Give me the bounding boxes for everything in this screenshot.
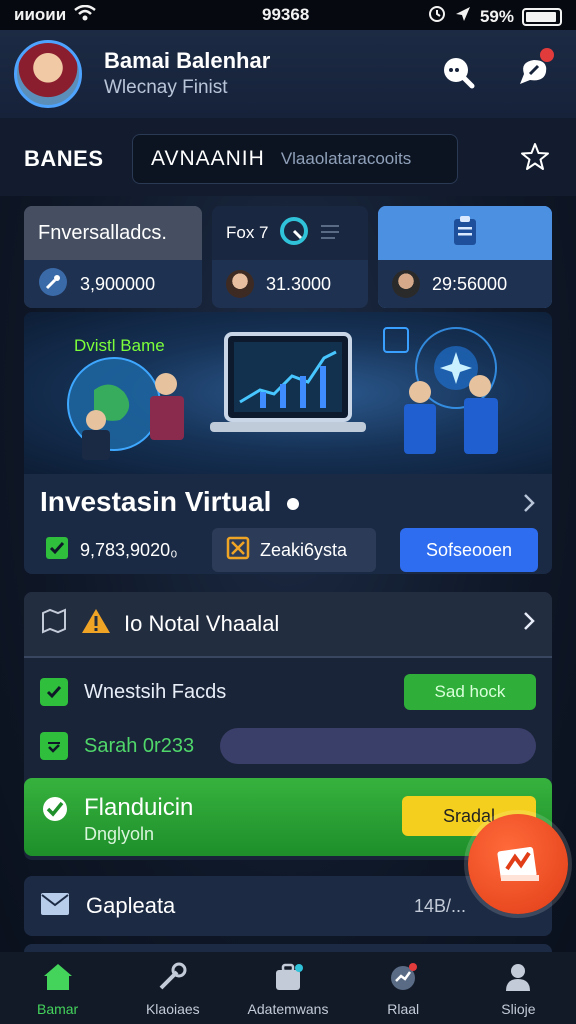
nav-item-portfolio[interactable]: Adatemwans (230, 952, 345, 1024)
investment-card: Investasin Virtual 9,783,9020₀ Zeaki6yst… (24, 474, 552, 574)
search-placeholder: Vlaaolataracooits (280, 149, 412, 168)
clipboard-icon (450, 215, 480, 252)
floating-action-button[interactable] (468, 814, 568, 914)
info-dot-icon (287, 497, 300, 510)
chart-icon (387, 962, 419, 995)
chevron-right-icon[interactable] (522, 610, 536, 638)
alarm-icon (428, 5, 446, 28)
card-title: Fnversalladcs. (38, 221, 167, 244)
check-badge-icon (40, 794, 70, 829)
list-check-icon (40, 732, 68, 760)
search-input[interactable]: AVNAANIH Vlaaolataracooits (132, 134, 458, 184)
investment-title: Investasin Virtual (40, 486, 300, 518)
notification-badge (540, 48, 554, 62)
banner-illustration (67, 327, 498, 460)
summary-card-2[interactable]: Fox 7 31.3000 (212, 206, 368, 308)
battery-percent: 59% (479, 6, 514, 26)
investment-title-text: Investasin Virtual (40, 486, 272, 517)
home-icon (41, 962, 75, 995)
wallet-check-icon (44, 535, 70, 566)
nav-label: Adatemwans (247, 1001, 329, 1017)
secondary-chip-label: Zeaki6ysta (260, 539, 348, 560)
row-label: Sarah 0r233 (84, 734, 195, 757)
bottom-navigation: Bamar Klaoiaes Adatemwans Rlaal Slioje (0, 952, 576, 1024)
investment-amount: 9,783,9020₀ (30, 528, 192, 572)
invest-action-button[interactable]: Sofseooen (400, 528, 538, 572)
card-title: Fox 7 (226, 223, 269, 242)
row-progress-track (220, 728, 536, 764)
nav-label: Bamar (36, 1001, 79, 1017)
card-value: 29:56000 (432, 273, 508, 294)
search-icon[interactable] (438, 52, 478, 92)
warning-icon (80, 607, 112, 641)
highlight-title: Flanduicin (84, 794, 194, 821)
nav-label: Rlaal (387, 1001, 420, 1017)
chevron-right-icon[interactable] (522, 492, 536, 519)
card-value: 31.3000 (266, 273, 332, 294)
promo-banner[interactable]: Dvistl Bame (24, 312, 552, 474)
carrier-label: ᴎᴎᴏᴎᴎ (14, 5, 67, 24)
row-action-button[interactable]: Sad hock (404, 674, 536, 710)
avatar (392, 270, 420, 298)
nav-item-stats[interactable]: Rlaal (346, 952, 461, 1024)
row-action-label: Sad hock (434, 682, 506, 701)
tab-banes[interactable]: BANES (24, 146, 104, 172)
mail-value: 14B/... (413, 895, 466, 916)
highlight-subtitle: Dnglyoln (84, 824, 155, 844)
briefcase-icon (272, 962, 304, 995)
key-icon (38, 267, 68, 302)
mail-icon (40, 892, 70, 921)
list-item: Sarah 0r233 (24, 720, 552, 772)
profile-name: Bamai Balenhar (104, 48, 271, 73)
search-keyword: AVNAANIH (151, 147, 265, 170)
summary-card-1[interactable]: Fnversalladcs. 3,900000 (24, 206, 202, 308)
amount-text: 9,783,9020₀ (80, 539, 178, 560)
chart-mini-icon (319, 221, 341, 246)
app-header: Bamai Balenhar Wlecnay Finist (0, 30, 576, 118)
tools-icon (157, 962, 189, 995)
nav-label: Klaoiaes (145, 1001, 200, 1017)
ticket-icon (491, 835, 545, 894)
card-value: 3,900000 (80, 273, 156, 294)
mail-label: Gapleata (86, 893, 176, 918)
profile-icon (502, 962, 534, 995)
profile-subtitle: Wlecnay Finist (104, 77, 228, 98)
chat-notification-icon[interactable] (514, 48, 554, 92)
panel-header[interactable]: Io Notal Vhaalal (24, 592, 552, 658)
summary-card-3[interactable]: 29:56000 (378, 206, 552, 308)
battery-icon (522, 7, 562, 26)
crossbox-icon (226, 536, 250, 565)
invest-action-label: Sofseooen (425, 539, 513, 560)
nav-label: Slioje (501, 1001, 536, 1017)
row-label: Wnestsih Facds (84, 680, 227, 703)
nav-item-home[interactable]: Bamar (0, 952, 115, 1024)
map-icon (40, 607, 68, 641)
check-icon (40, 678, 68, 706)
nav-item-profile[interactable]: Slioje (461, 952, 576, 1024)
status-bar: ᴎᴎᴏᴎᴎ 99368 59% (0, 0, 576, 30)
wifi-icon (74, 4, 96, 26)
location-icon (454, 5, 472, 28)
gauge-icon (279, 216, 309, 251)
avatar[interactable] (14, 40, 82, 108)
secondary-chip[interactable]: Zeaki6ysta (212, 528, 376, 572)
avatar (226, 270, 254, 298)
star-icon[interactable] (520, 142, 552, 174)
list-item: Wnestsih Facds Sad hock (24, 666, 552, 718)
clock: 99368 (262, 5, 310, 24)
panel-heading: Io Notal Vhaalal (124, 611, 280, 636)
tabs-bar: BANES AVNAANIH Vlaaolataracooits (0, 118, 576, 196)
nav-item-tools[interactable]: Klaoiaes (115, 952, 230, 1024)
